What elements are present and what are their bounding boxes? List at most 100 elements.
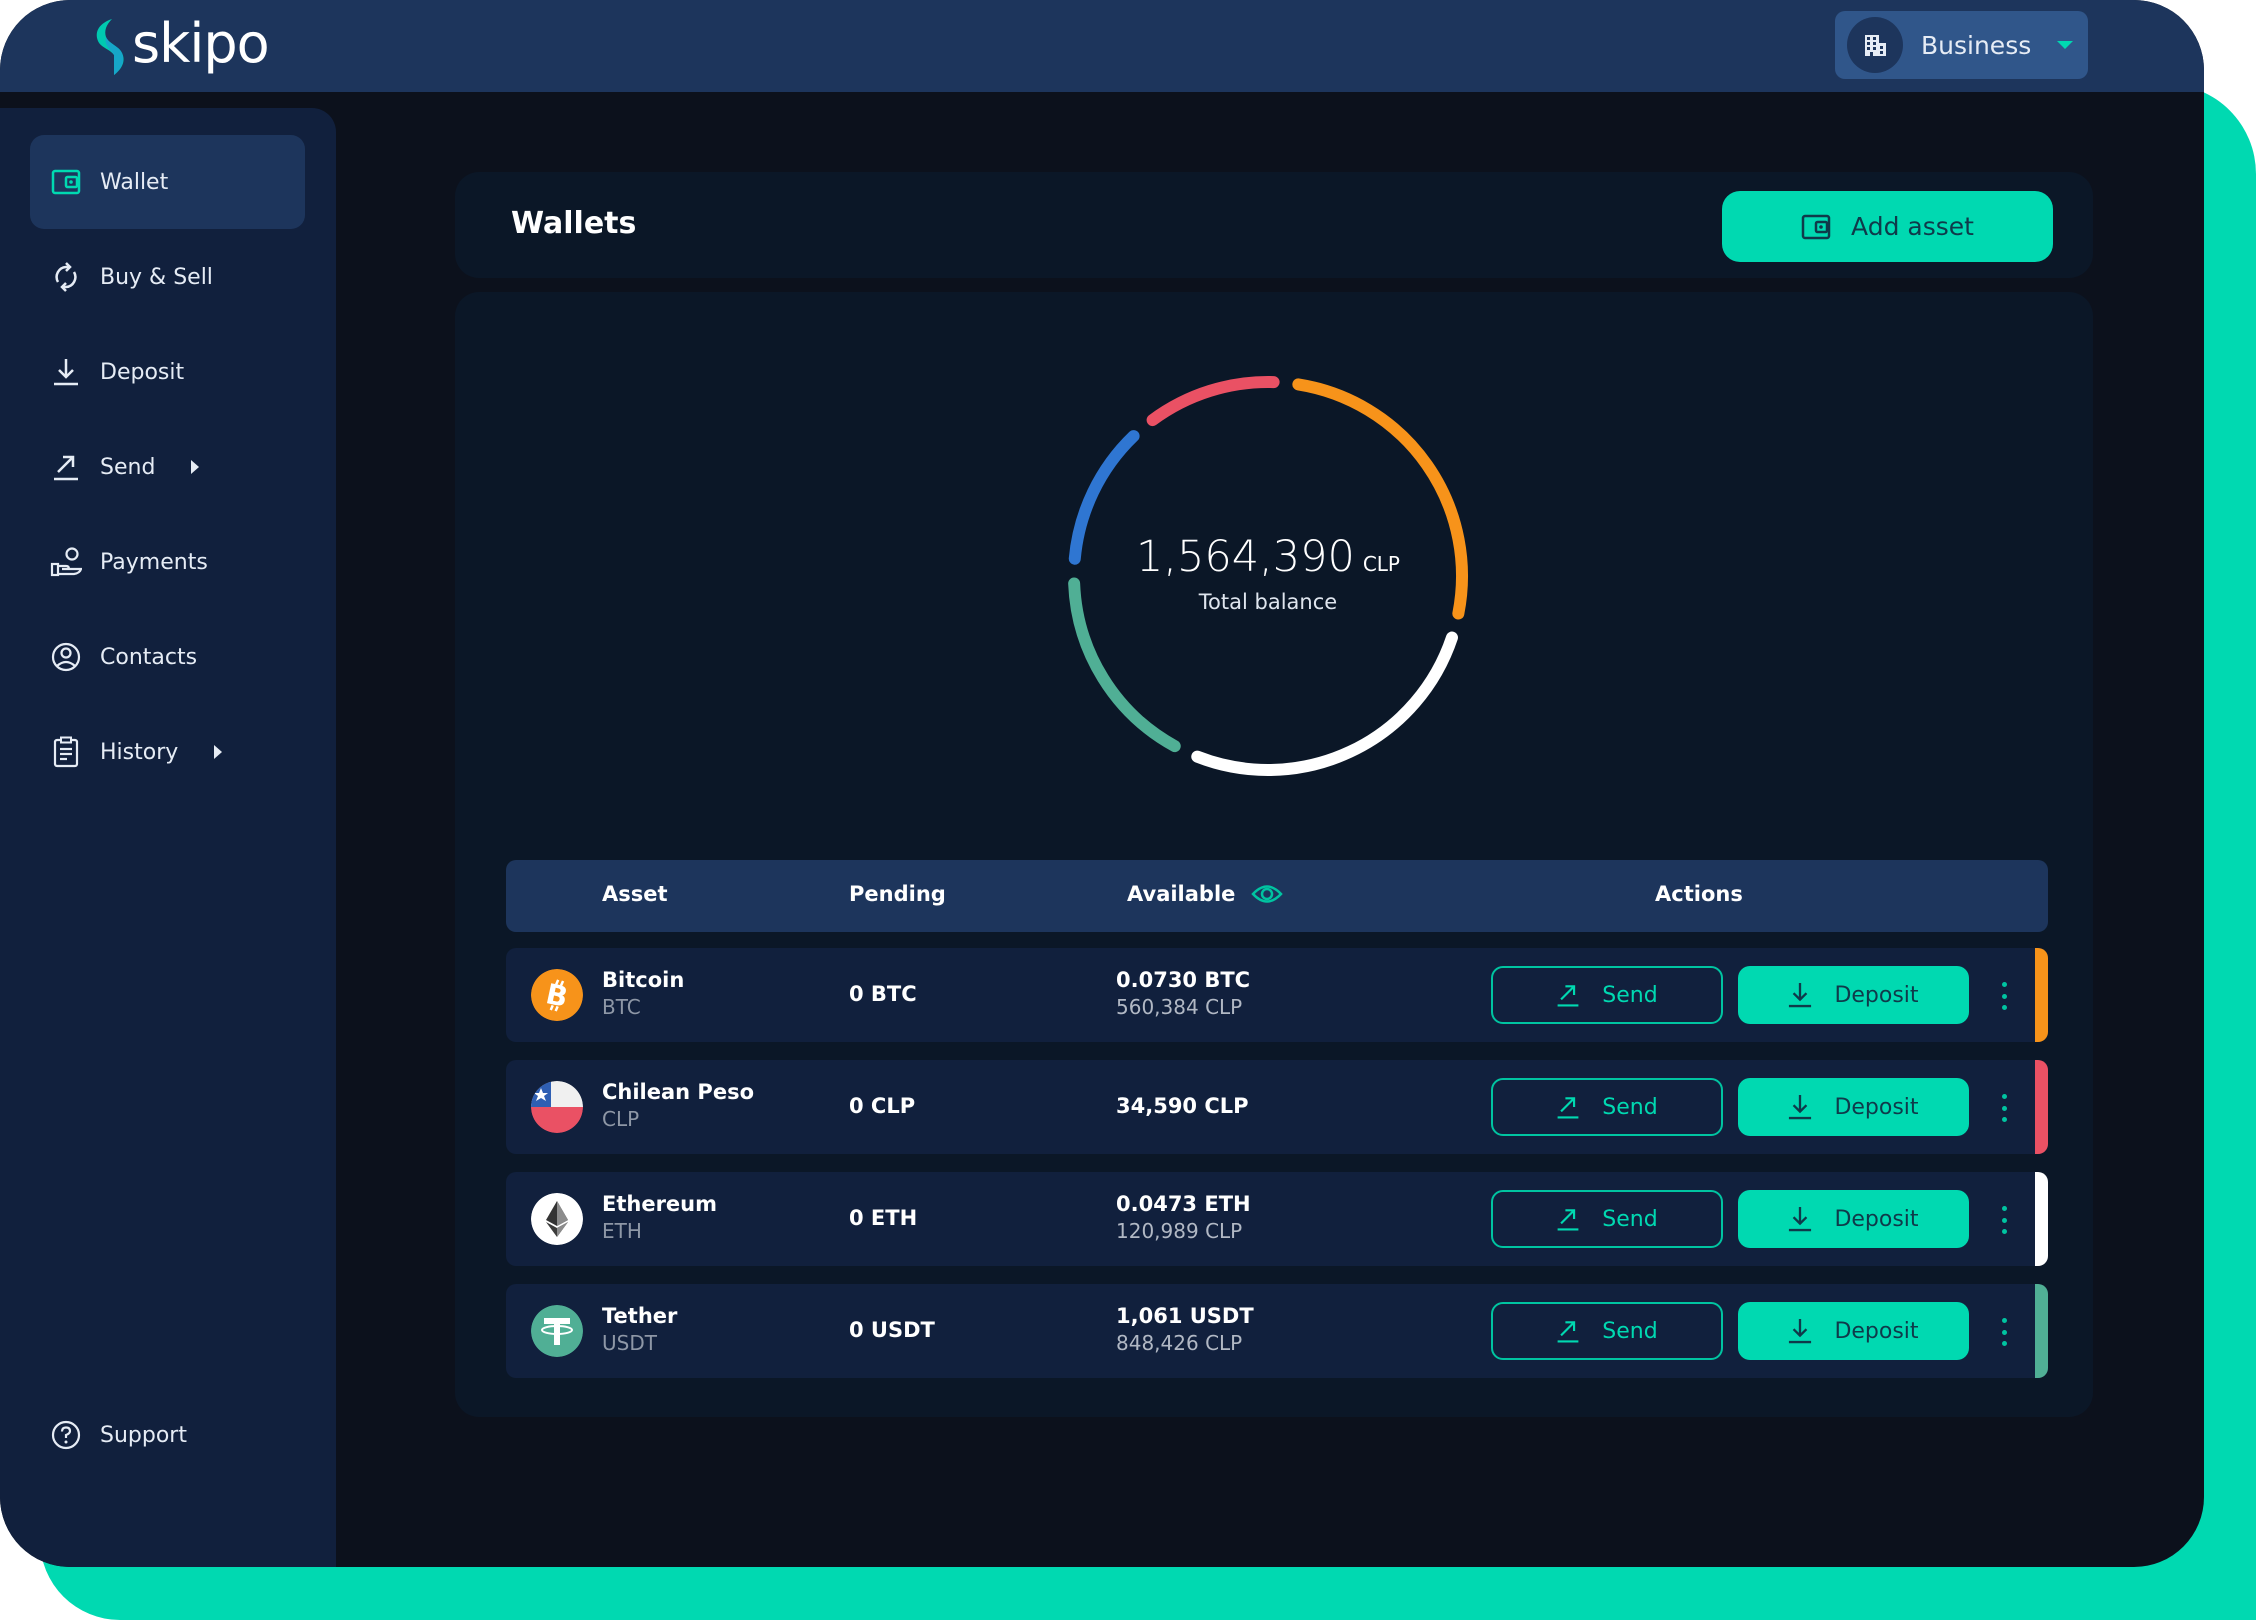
column-header-available-wrap: Available xyxy=(1127,882,1284,906)
asset-name: Bitcoin xyxy=(602,968,685,992)
asset-name: Ethereum xyxy=(602,1192,718,1216)
sidebar-item-wallet[interactable]: Wallet xyxy=(30,135,305,229)
tether-icon xyxy=(531,1305,583,1357)
pending-amount: 0 ETH xyxy=(849,1206,918,1230)
sidebar-item-label: Support xyxy=(100,1422,187,1448)
page-header: Wallets Add asset xyxy=(455,172,2093,278)
send-arrow-icon xyxy=(1557,985,1579,1007)
sidebar-item-buy-sell[interactable]: Buy & Sell xyxy=(30,230,305,324)
send-button[interactable]: Send xyxy=(1491,1302,1723,1360)
sidebar-item-label: Deposit xyxy=(100,359,185,385)
asset-color-stripe xyxy=(2035,1060,2048,1154)
help-circle-icon xyxy=(50,1419,82,1451)
deposit-button[interactable]: Deposit xyxy=(1738,1190,1969,1248)
account-label: Business xyxy=(1921,30,2032,60)
sidebar-item-label: Contacts xyxy=(100,644,198,670)
asset-name: Chilean Peso xyxy=(602,1080,754,1104)
more-options-icon[interactable] xyxy=(1994,978,2014,1014)
asset-code: ETH xyxy=(602,1219,642,1243)
more-options-icon[interactable] xyxy=(1994,1314,2014,1350)
user-circle-icon xyxy=(50,641,82,673)
asset-color-stripe xyxy=(2035,1172,2048,1266)
caret-down-icon xyxy=(2057,41,2074,49)
available-amount: 1,061 USDT xyxy=(1116,1304,1254,1328)
building-icon xyxy=(1865,35,1886,56)
available-clp: 120,989 CLP xyxy=(1116,1219,1243,1243)
top-bar: skipo Business xyxy=(0,0,2204,92)
eye-icon[interactable] xyxy=(1251,883,1284,905)
send-button-label: Send xyxy=(1602,1318,1658,1344)
asset-row-clp: Chilean Peso CLP 0 CLP 34,590 CLP Send D… xyxy=(506,1060,2048,1154)
download-icon xyxy=(1789,983,1812,1008)
pending-amount: 0 BTC xyxy=(849,982,917,1006)
wallet-icon xyxy=(1801,214,1831,239)
asset-code: CLP xyxy=(602,1107,640,1131)
wallet-icon xyxy=(50,166,82,198)
send-arrow-icon xyxy=(50,451,82,483)
total-balance-label: Total balance xyxy=(1198,590,1338,614)
sidebar-item-history[interactable]: History xyxy=(30,705,305,799)
deposit-button[interactable]: Deposit xyxy=(1738,1302,1969,1360)
sidebar-item-support[interactable]: Support xyxy=(30,1388,305,1482)
download-icon xyxy=(1789,1207,1812,1232)
caret-right-icon[interactable] xyxy=(214,745,223,759)
send-arrow-icon xyxy=(1557,1209,1579,1231)
column-header-asset: Asset xyxy=(602,882,668,906)
available-clp: 560,384 CLP xyxy=(1116,995,1243,1019)
chile-flag-icon xyxy=(531,1081,583,1133)
deposit-button-label: Deposit xyxy=(1834,1094,1919,1120)
sidebar-item-payments[interactable]: Payments xyxy=(30,515,305,609)
send-button-label: Send xyxy=(1602,1094,1658,1120)
sidebar-item-label: History xyxy=(100,739,179,765)
asset-row-btc: B Bitcoin BTC 0 BTC 0.0730 BTC 560,384 C… xyxy=(506,948,2048,1042)
sidebar-item-label: Wallet xyxy=(100,169,169,195)
asset-row-usdt: Tether USDT 0 USDT 1,061 USDT 848,426 CL… xyxy=(506,1284,2048,1378)
deposit-button-label: Deposit xyxy=(1834,1318,1919,1344)
balance-summary: 1,564,390 CLP Total balance xyxy=(1048,532,1488,614)
sidebar-item-deposit[interactable]: Deposit xyxy=(30,325,305,419)
more-options-icon[interactable] xyxy=(1994,1090,2014,1126)
deposit-button[interactable]: Deposit xyxy=(1738,966,1969,1024)
caret-right-icon[interactable] xyxy=(191,460,200,474)
total-balance-amount: 1,564,390 xyxy=(1135,532,1355,582)
available-clp: 848,426 CLP xyxy=(1116,1331,1243,1355)
asset-row-eth: Ethereum ETH 0 ETH 0.0473 ETH 120,989 CL… xyxy=(506,1172,2048,1266)
available-amount: 34,590 CLP xyxy=(1116,1094,1249,1118)
account-avatar xyxy=(1847,17,1903,73)
pending-amount: 0 CLP xyxy=(849,1094,916,1118)
clipboard-icon xyxy=(50,736,82,768)
payment-hand-icon xyxy=(50,546,82,578)
page-title: Wallets xyxy=(511,206,637,241)
donut-segment-ethereum xyxy=(1191,631,1458,776)
add-asset-label: Add asset xyxy=(1851,212,1974,241)
asset-color-stripe xyxy=(2035,1284,2048,1378)
column-header-pending: Pending xyxy=(849,882,946,906)
sidebar-item-label: Buy & Sell xyxy=(100,264,213,290)
column-header-available: Available xyxy=(1127,882,1236,906)
more-options-icon[interactable] xyxy=(1994,1202,2014,1238)
sidebar-item-contacts[interactable]: Contacts xyxy=(30,610,305,704)
send-button[interactable]: Send xyxy=(1491,966,1723,1024)
sidebar-item-label: Payments xyxy=(100,549,208,575)
ethereum-icon xyxy=(531,1193,583,1245)
send-button[interactable]: Send xyxy=(1491,1190,1723,1248)
exchange-icon xyxy=(50,261,82,293)
send-button[interactable]: Send xyxy=(1491,1078,1723,1136)
asset-name: Tether xyxy=(602,1304,678,1328)
donut-segment-chilean-peso xyxy=(1146,376,1280,427)
account-switcher[interactable]: Business xyxy=(1835,11,2088,79)
asset-code: USDT xyxy=(602,1331,657,1355)
download-icon xyxy=(1789,1319,1812,1344)
add-asset-button[interactable]: Add asset xyxy=(1722,191,2053,262)
brand-name: skipo xyxy=(132,12,270,75)
sidebar-item-send[interactable]: Send xyxy=(30,420,305,514)
send-arrow-icon xyxy=(1557,1321,1579,1343)
skipo-logo-icon xyxy=(96,19,124,75)
send-arrow-icon xyxy=(1557,1097,1579,1119)
send-button-label: Send xyxy=(1602,982,1658,1008)
logo[interactable]: skipo xyxy=(92,12,270,80)
deposit-button[interactable]: Deposit xyxy=(1738,1078,1969,1136)
asset-code: BTC xyxy=(602,995,641,1019)
download-icon xyxy=(50,356,82,388)
sidebar: Wallet Buy & Sell Deposit Send Payments … xyxy=(0,108,336,1567)
